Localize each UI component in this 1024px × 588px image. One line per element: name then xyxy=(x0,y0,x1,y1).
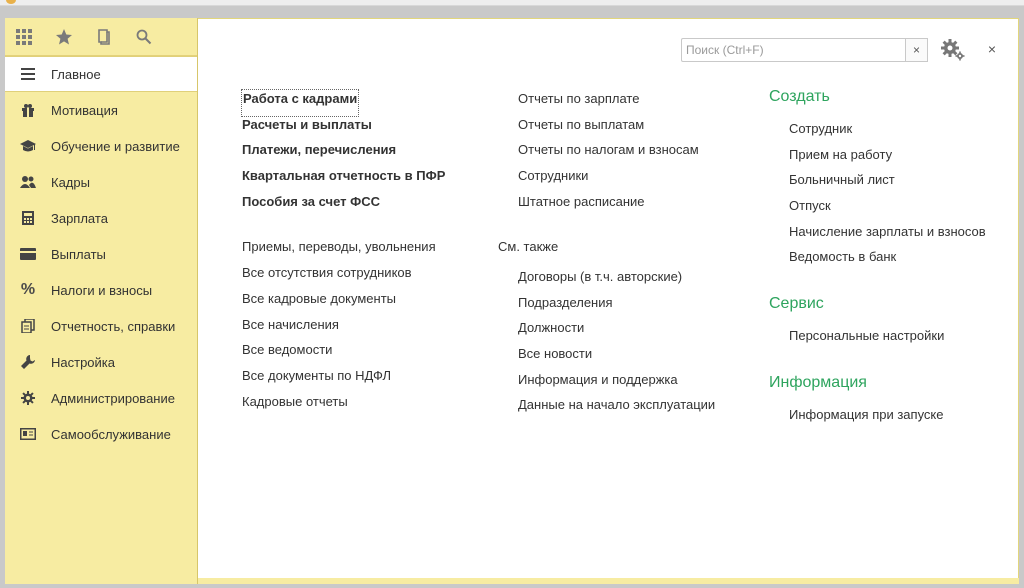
link-all-accruals[interactable]: Все начисления xyxy=(242,316,445,342)
link-tax-reports[interactable]: Отчеты по налогам и взносам xyxy=(518,141,699,167)
sidebar-item-label: Зарплата xyxy=(51,210,108,226)
calculator-icon xyxy=(17,209,39,227)
sidebar-item-reporting[interactable]: Отчетность, справки xyxy=(5,308,197,344)
people-icon xyxy=(17,173,39,191)
link-hires-transfers[interactable]: Приемы, переводы, увольнения xyxy=(242,238,445,264)
sidebar-item-motivation[interactable]: Мотивация xyxy=(5,92,197,128)
link-create-payroll[interactable]: Начисление зарплаты и взносов xyxy=(789,223,986,249)
link-startup-info[interactable]: Информация при запуске xyxy=(789,406,944,432)
percent-icon: % xyxy=(20,281,36,298)
link-create-sick-leave[interactable]: Больничный лист xyxy=(789,171,986,197)
link-payment-reports[interactable]: Отчеты по выплатам xyxy=(518,116,699,142)
link-salary-reports[interactable]: Отчеты по зарплате xyxy=(518,90,699,116)
sidebar-item-label: Кадры xyxy=(51,174,90,190)
link-all-statements[interactable]: Все ведомости xyxy=(242,341,445,367)
sidebar-item-self-service[interactable]: Самообслуживание xyxy=(5,416,197,452)
link-create-bank-statement[interactable]: Ведомость в банк xyxy=(789,248,986,274)
sidebar-item-taxes[interactable]: % Налоги и взносы xyxy=(5,272,197,308)
link-calculations-payments[interactable]: Расчеты и выплаты xyxy=(242,116,445,142)
link-employees-report[interactable]: Сотрудники xyxy=(518,167,699,193)
card-icon xyxy=(17,245,39,263)
link-positions[interactable]: Должности xyxy=(518,319,715,345)
column-create: Сотрудник Прием на работу Больничный лис… xyxy=(789,120,986,274)
link-create-hire[interactable]: Прием на работу xyxy=(789,146,986,172)
panel-settings-gear-icon[interactable] xyxy=(940,38,966,62)
link-info-support[interactable]: Информация и поддержка xyxy=(518,371,715,397)
section-title-service: Сервис xyxy=(769,295,824,312)
sidebar-item-label: Мотивация xyxy=(51,102,118,118)
link-all-absences[interactable]: Все отсутствия сотрудников xyxy=(242,264,445,290)
link-hr-reports[interactable]: Кадровые отчеты xyxy=(242,393,445,419)
link-all-news[interactable]: Все новости xyxy=(518,345,715,371)
column-service: Персональные настройки xyxy=(789,327,944,353)
sidebar-item-main[interactable]: Главное xyxy=(5,56,197,92)
gift-icon xyxy=(17,101,39,119)
link-quarterly-pfr[interactable]: Квартальная отчетность в ПФР xyxy=(242,167,445,193)
window-top-strip xyxy=(0,0,1024,6)
panel-bottom-border xyxy=(198,578,1019,584)
sidebar-toolbar xyxy=(5,18,197,56)
documents-icon xyxy=(17,317,39,335)
link-create-employee[interactable]: Сотрудник xyxy=(789,120,986,146)
sidebar-item-label: Выплаты xyxy=(51,246,106,262)
sidebar-item-label: Администрирование xyxy=(51,390,175,406)
history-icon[interactable] xyxy=(93,26,115,48)
menu-lines-icon xyxy=(17,65,39,83)
wrench-icon xyxy=(17,353,39,371)
sidebar-item-label: Обучение и развитие xyxy=(51,138,180,154)
sidebar-item-payments[interactable]: Выплаты xyxy=(5,236,197,272)
link-departments[interactable]: Подразделения xyxy=(518,294,715,320)
column-info: Информация при запуске xyxy=(789,406,944,432)
sidebar-item-settings[interactable]: Настройка xyxy=(5,344,197,380)
apps-grid-icon[interactable] xyxy=(13,26,35,48)
sidebar-item-salary[interactable]: Зарплата xyxy=(5,200,197,236)
close-button[interactable]: × xyxy=(984,40,1000,58)
app-orb-icon xyxy=(6,0,16,4)
section-title-info: Информация xyxy=(769,374,867,391)
sidebar-item-label: Самообслуживание xyxy=(51,426,171,442)
sidebar-item-label: Налоги и взносы xyxy=(51,282,153,298)
sidebar-item-training[interactable]: Обучение и развитие xyxy=(5,128,197,164)
link-initial-data[interactable]: Данные на начало эксплуатации xyxy=(518,396,715,422)
search-box: × xyxy=(681,38,928,62)
link-fss-benefits[interactable]: Пособия за счет ФСС xyxy=(242,193,445,219)
column-reports: Отчеты по зарплате Отчеты по выплатам От… xyxy=(518,90,699,218)
search-input[interactable] xyxy=(681,38,905,62)
link-all-hr-docs[interactable]: Все кадровые документы xyxy=(242,290,445,316)
link-staff-schedule[interactable]: Штатное расписание xyxy=(518,193,699,219)
link-personal-settings[interactable]: Персональные настройки xyxy=(789,327,944,353)
see-also-label: См. также xyxy=(498,239,559,254)
link-hr-work[interactable]: Работа с кадрами xyxy=(240,89,360,117)
sidebar-item-label: Настройка xyxy=(51,354,115,370)
graduation-cap-icon xyxy=(17,137,39,155)
id-card-icon xyxy=(17,425,39,443)
gear-icon xyxy=(17,389,39,407)
sidebar-item-label: Отчетность, справки xyxy=(51,318,176,334)
link-all-ndfl-docs[interactable]: Все документы по НДФЛ xyxy=(242,367,445,393)
link-contracts[interactable]: Договоры (в т.ч. авторские) xyxy=(518,268,715,294)
sidebar: Главное Мотивация Обучение и развитие Ка… xyxy=(5,18,198,584)
sidebar-item-administration[interactable]: Администрирование xyxy=(5,380,197,416)
column-main-sections: Работа с кадрами Расчеты и выплаты Плате… xyxy=(240,89,445,419)
link-payments-transfers[interactable]: Платежи, перечисления xyxy=(242,141,445,167)
section-title-create: Создать xyxy=(769,88,830,105)
sidebar-item-label: Главное xyxy=(51,66,101,82)
favorites-star-icon[interactable] xyxy=(53,26,75,48)
search-icon[interactable] xyxy=(133,26,155,48)
sidebar-item-personnel[interactable]: Кадры xyxy=(5,164,197,200)
link-create-vacation[interactable]: Отпуск xyxy=(789,197,986,223)
search-clear-button[interactable]: × xyxy=(905,38,928,62)
column-see-also: Договоры (в т.ч. авторские) Подразделени… xyxy=(518,268,715,422)
